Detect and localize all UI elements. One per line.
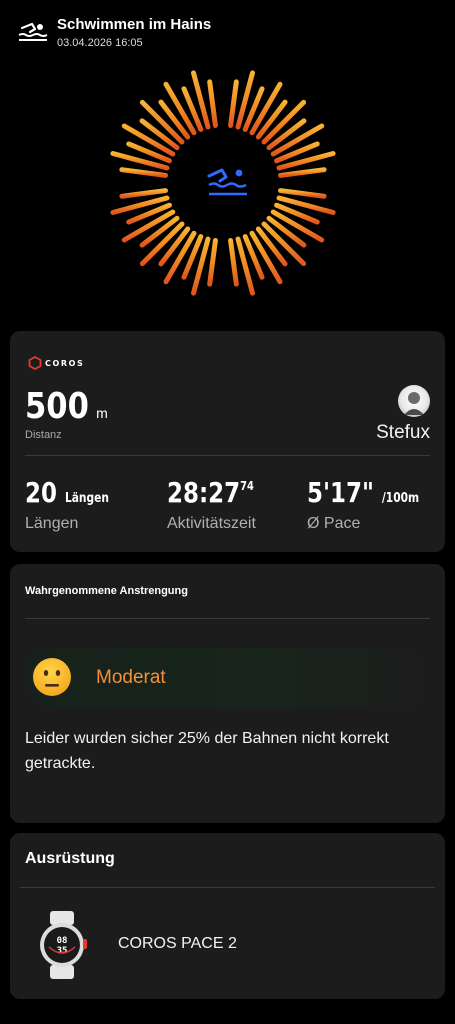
brand-wordmark: COROS	[45, 358, 85, 368]
equipment-divider	[20, 887, 435, 888]
laps-value: 20	[25, 476, 57, 509]
svg-text:08: 08	[57, 936, 68, 946]
activity-time-label: Aktivitätszeit	[167, 515, 256, 532]
sunburst-ray	[228, 79, 239, 128]
distance-value: 500 m	[25, 386, 108, 427]
sunburst-ray	[278, 188, 327, 199]
distance-label: Distanz	[25, 429, 62, 441]
equipment-title: Ausrüstung	[25, 850, 115, 867]
sunburst-ray	[207, 79, 218, 128]
distance-number: 500	[25, 386, 89, 427]
coros-hex-icon	[28, 356, 42, 370]
activity-detail-page: Schwimmen im Hains 03.04.2026 16:05 CORO…	[0, 0, 455, 1024]
effort-divider	[25, 618, 430, 619]
swimmer-icon	[18, 22, 48, 41]
activity-header: Schwimmen im Hains 03.04.2026 16:05	[0, 0, 455, 60]
distance-unit: m	[96, 405, 108, 421]
sunburst-ray	[228, 238, 239, 287]
summary-card[interactable]: COROS 500 m Distanz Stefux 20 Längen Län…	[10, 331, 445, 552]
laps-label: Längen	[25, 515, 79, 532]
effort-title: Wahrgenommene Anstrengung	[25, 585, 188, 597]
laps-unit: Längen	[64, 491, 109, 506]
summary-divider	[25, 455, 430, 456]
neutral-face-icon	[33, 658, 71, 696]
pace-stat: 5'17" /100m Ø Pace	[307, 476, 444, 533]
equipment-card[interactable]: Ausrüstung 08 35 COROS PACE 2	[10, 833, 445, 999]
effort-level-label: Moderat	[96, 667, 166, 688]
sunburst-ray	[278, 167, 327, 178]
sunburst-ray	[119, 188, 168, 199]
pace-unit: /100m	[381, 491, 420, 506]
sunburst-ray	[119, 167, 168, 178]
smartwatch-icon: 08 35	[40, 911, 87, 979]
activity-sunburst-graphic	[106, 66, 340, 300]
activity-title: Schwimmen im Hains	[57, 16, 212, 33]
laps-stat: 20 Längen Längen	[25, 476, 127, 533]
pace-label: Ø Pace	[307, 515, 361, 532]
coros-logo: COROS	[28, 355, 84, 371]
svg-text:35: 35	[57, 946, 68, 956]
device-name: COROS PACE 2	[118, 935, 237, 952]
activity-time-value: 28:27	[167, 476, 241, 509]
swim-center-icon	[207, 168, 247, 196]
pace-value: 5'17"	[307, 476, 374, 509]
perceived-effort-card[interactable]: Wahrgenommene Anstrengung Moderat Leider…	[10, 564, 445, 823]
user-avatar[interactable]	[398, 385, 430, 417]
activity-time-fraction: 74	[240, 479, 254, 493]
activity-datetime: 03.04.2026 16:05	[57, 37, 143, 49]
user-name[interactable]: Stefux	[376, 422, 430, 444]
tracking-warning-text: Leider wurden sicher 25% der Bahnen nich…	[25, 730, 389, 772]
sunburst-ray	[207, 238, 218, 287]
effort-level-pill[interactable]: Moderat	[24, 648, 429, 708]
activity-time-stat: 28:2774 Aktivitätszeit	[167, 476, 273, 533]
